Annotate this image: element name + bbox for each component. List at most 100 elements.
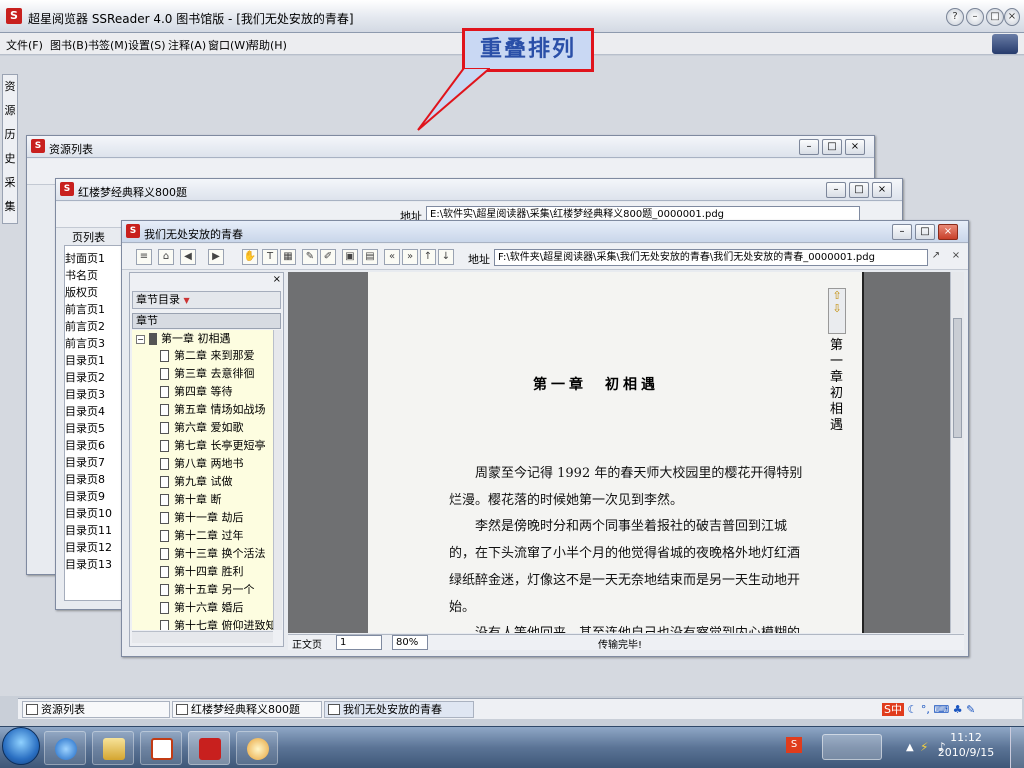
tray-clock[interactable]: 11:12 2010/9/15 [936, 730, 996, 760]
chapter-vscrollbar[interactable] [273, 330, 282, 630]
chapter-hscrollbar[interactable] [132, 631, 273, 643]
close-toolbar-icon[interactable]: × [950, 249, 962, 265]
zoom-select[interactable]: 80% [392, 635, 428, 650]
start-button[interactable] [2, 727, 40, 765]
minimize-button[interactable]: – [826, 182, 846, 198]
chapter-pane-header[interactable]: 章节目录 ▼ [132, 291, 281, 309]
highlight-icon[interactable]: ✐ [320, 249, 336, 265]
tray-expand-icon[interactable]: ▲ [906, 742, 914, 753]
taskbar-ie[interactable] [44, 731, 86, 765]
page-side-nav[interactable]: ⇧ ⇩ [828, 288, 846, 334]
language-bar[interactable] [822, 734, 882, 760]
maximize-button[interactable]: □ [986, 8, 1004, 26]
tree-node[interactable]: 第十章 断 [160, 491, 222, 508]
tree-node[interactable]: 第十七章 俯仰进致知 [160, 617, 273, 630]
text-select-icon[interactable]: T [262, 249, 278, 265]
page-down-icon[interactable]: ↓ [438, 249, 454, 265]
menu-book[interactable]: 图书(B) [50, 37, 88, 53]
minimize-button[interactable]: – [966, 8, 984, 26]
side-tab-char[interactable]: 资 [3, 75, 17, 99]
page-list-item[interactable]: 前言页1 [65, 301, 123, 318]
side-tab-char[interactable]: 采 [3, 171, 17, 195]
page-list-item[interactable]: 目录页9 [65, 488, 123, 505]
page-list-item[interactable]: 目录页1 [65, 352, 123, 369]
page-list-label[interactable]: 页列表 [72, 229, 105, 245]
menu-settings[interactable]: 设置(S) [128, 37, 166, 53]
ime-toolbar[interactable]: S中 ☾ °, ⌨ ♣ ✎ [882, 701, 975, 718]
menu-help[interactable]: 帮助(H) [248, 37, 287, 53]
tree-node[interactable]: 第八章 两地书 [160, 455, 244, 472]
collapse-icon[interactable]: − [136, 334, 145, 344]
pane-close-icon[interactable]: × [273, 274, 281, 285]
tree-node[interactable]: 第九章 试做 [160, 473, 233, 490]
help-caption-icon[interactable]: ? [946, 8, 964, 26]
tree-node[interactable]: 第十二章 过年 [160, 527, 244, 544]
up-arrow-icon[interactable]: ⇧ [829, 289, 845, 302]
window-tab-front-book[interactable]: 我们无处安放的青春 [324, 701, 474, 718]
tree-node[interactable]: 第十三章 换个活法 [160, 545, 266, 562]
address-field[interactable]: F:\软件夹\超星阅读器\采集\我们无处安放的青春\我们无处安放的青春_0000… [494, 249, 928, 266]
taskbar-paint[interactable] [236, 731, 278, 765]
window-tab-hongloumeng[interactable]: 红楼梦经典释义800题 [172, 701, 322, 718]
page-list-item[interactable]: 封面页1 [65, 250, 123, 267]
sogou-ime-icon[interactable]: S [786, 737, 802, 753]
back-icon[interactable]: ◀ [180, 249, 196, 265]
page-list-item[interactable]: 目录页2 [65, 369, 123, 386]
page-list-item[interactable]: 书名页 [65, 267, 123, 284]
tree-node[interactable]: 第十五章 另一个 [160, 581, 255, 598]
page-type-label[interactable]: 正文页 [292, 636, 322, 651]
page-list-item[interactable]: 目录页11 [65, 522, 123, 539]
tree-node[interactable]: 第六章 爱如歌 [160, 419, 244, 436]
page-list-item[interactable]: 目录页13 [65, 556, 123, 573]
first-page-icon[interactable]: « [384, 249, 400, 265]
page-list-item[interactable]: 前言页2 [65, 318, 123, 335]
fit-width-icon[interactable]: ▤ [362, 249, 378, 265]
page-list-item[interactable]: 目录页4 [65, 403, 123, 420]
tree-node[interactable]: 第十六章 婚后 [160, 599, 244, 616]
tree-node[interactable]: 第三章 去意徘徊 [160, 365, 255, 382]
side-tab-bar[interactable]: 资 源 历 史 采 集 [2, 74, 18, 224]
tree-node[interactable]: 第十一章 劫后 [160, 509, 244, 526]
network-icon[interactable]: ⚡ [920, 740, 928, 754]
tree-node[interactable]: 第二章 来到那爱 [160, 347, 255, 364]
menu-window[interactable]: 窗口(W) [208, 37, 249, 53]
document-view[interactable]: 第一章 初相遇 周蒙至今记得 1992 年的春天师大校园里的樱花开得特别烂漫。樱… [288, 272, 964, 633]
show-desktop-button[interactable] [1010, 727, 1024, 768]
page-list-item[interactable]: 目录页10 [65, 505, 123, 522]
home-icon[interactable]: ⌂ [158, 249, 174, 265]
down-arrow-icon[interactable]: ⇩ [829, 302, 845, 315]
menu-annotate[interactable]: 注释(A) [168, 37, 206, 53]
window-front-book[interactable]: S 我们无处安放的青春 – □ × ≡ ⌂ ◀ ▶ ✋ T ▦ ✎ ✐ ▣ ▤ … [121, 220, 969, 657]
page-list-item[interactable]: 前言页3 [65, 335, 123, 352]
list-view-icon[interactable]: ≡ [136, 249, 152, 265]
taskbar-explorer[interactable] [92, 731, 134, 765]
close-button[interactable]: × [1004, 8, 1020, 26]
taskbar-ssreader[interactable] [188, 731, 230, 765]
taskbar-powerpoint[interactable] [140, 731, 182, 765]
annotate-icon[interactable]: ✎ [302, 249, 318, 265]
window-tab-resource-list[interactable]: 资源列表 [22, 701, 170, 718]
page-list-item[interactable]: 目录页7 [65, 454, 123, 471]
document-vscrollbar[interactable] [950, 272, 964, 633]
tree-node-root[interactable]: − 第一章 初相遇 [136, 330, 231, 347]
close-button[interactable]: × [872, 182, 892, 198]
minimize-button[interactable]: – [799, 139, 819, 155]
page-list-item[interactable]: 目录页12 [65, 539, 123, 556]
maximize-button[interactable]: □ [849, 182, 869, 198]
side-tab-char[interactable]: 史 [3, 147, 17, 171]
minimize-button[interactable]: – [892, 224, 912, 240]
page-list-item[interactable]: 目录页5 [65, 420, 123, 437]
page-list-item[interactable]: 目录页6 [65, 437, 123, 454]
hand-tool-icon[interactable]: ✋ [242, 249, 258, 265]
maximize-button[interactable]: □ [822, 139, 842, 155]
page-up-icon[interactable]: ↑ [420, 249, 436, 265]
tree-node[interactable]: 第五章 情场如战场 [160, 401, 266, 418]
page-number-input[interactable]: 1 [336, 635, 382, 650]
ime-label[interactable]: S中 [882, 703, 904, 716]
side-tab-char[interactable]: 源 [3, 99, 17, 123]
menu-bookmark[interactable]: 书签(M) [88, 37, 128, 53]
close-button[interactable]: × [845, 139, 865, 155]
go-icon[interactable]: ↗ [930, 249, 942, 265]
maximize-button[interactable]: □ [915, 224, 935, 240]
region-select-icon[interactable]: ▦ [280, 249, 296, 265]
